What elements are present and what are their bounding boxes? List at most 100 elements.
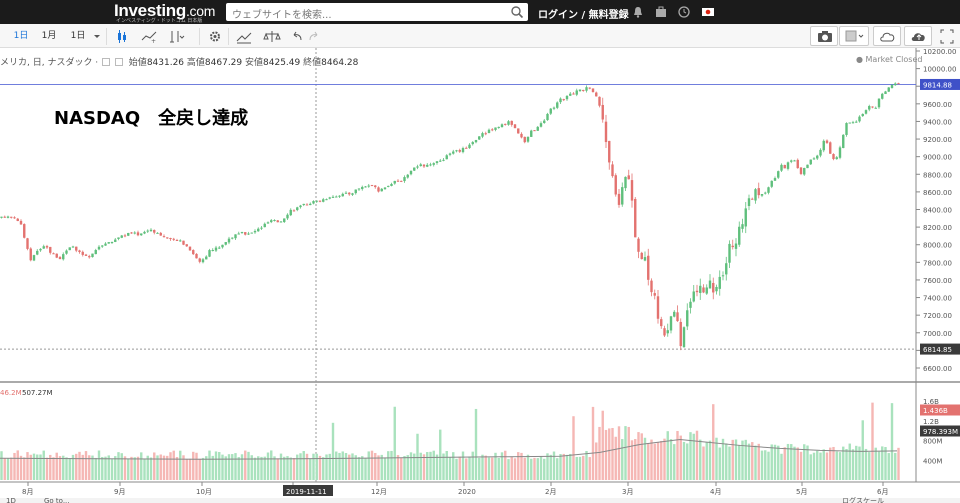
candle — [406, 174, 409, 178]
volume-bar — [647, 443, 650, 480]
volume-bar — [569, 453, 572, 480]
redo-icon[interactable] — [308, 28, 320, 45]
volume-bar — [777, 445, 780, 480]
candle — [201, 259, 205, 263]
search-icon[interactable] — [510, 5, 524, 19]
camera-button[interactable] — [810, 26, 838, 46]
layout-button[interactable] — [839, 26, 869, 46]
goto-button[interactable]: Go to... — [44, 497, 70, 503]
volume-bar — [104, 456, 107, 480]
candle — [104, 243, 107, 246]
search-input[interactable]: ウェブサイトを検索... — [226, 3, 528, 21]
volume-bar — [565, 454, 569, 480]
price-tick-label: 7800.00 — [923, 259, 952, 267]
volume-bar — [458, 456, 461, 480]
volume-legend-ma: 507.27M — [22, 389, 53, 397]
candle — [734, 243, 738, 249]
balance-icon[interactable] — [263, 28, 281, 45]
candle — [468, 144, 471, 149]
indicators-icon[interactable] — [167, 28, 185, 45]
interval-1d-button[interactable]: 1日 — [10, 28, 32, 45]
volume-bar — [175, 457, 179, 480]
volume-bar — [338, 452, 341, 480]
bell-icon[interactable] — [631, 5, 645, 19]
chevron-down-icon[interactable] — [92, 28, 102, 45]
volume-bar — [354, 455, 357, 480]
japan-flag-icon[interactable] — [701, 5, 715, 19]
volume-bar — [419, 452, 422, 480]
candle — [146, 230, 149, 232]
candle — [455, 150, 458, 152]
candle — [45, 246, 49, 248]
volume-bar — [546, 453, 549, 480]
candlestick-icon[interactable] — [114, 28, 130, 45]
candle — [861, 113, 864, 117]
candle — [767, 187, 770, 193]
candle — [780, 164, 783, 171]
candle — [448, 153, 452, 155]
volume-bar — [796, 447, 799, 480]
volume-bar — [770, 444, 773, 480]
candle — [198, 258, 201, 262]
candle — [120, 235, 123, 238]
candle — [487, 129, 491, 134]
volume-bar — [237, 457, 240, 480]
volume-bar — [289, 457, 292, 480]
candle — [159, 232, 162, 236]
candle — [32, 255, 36, 261]
candle — [822, 140, 825, 151]
volume-bar — [68, 458, 71, 480]
interval-1m-button[interactable]: 1月 — [38, 28, 60, 45]
volume-bar — [884, 447, 887, 480]
clock-icon[interactable] — [677, 5, 691, 19]
undo-icon[interactable] — [291, 28, 303, 45]
interval-select-button[interactable]: 1日 — [67, 28, 89, 45]
candle — [585, 87, 588, 91]
volume-bar — [874, 447, 877, 480]
volume-bar — [305, 453, 309, 480]
time-tick-label: 5月 — [796, 488, 807, 496]
login-link[interactable]: ログイン / 無料登録 — [538, 6, 629, 21]
candle — [500, 124, 504, 128]
candle — [591, 88, 595, 93]
candle — [309, 203, 312, 206]
drawing-tools-icon[interactable] — [235, 28, 253, 45]
cloud-icon — [880, 32, 895, 42]
volume-bar — [838, 452, 842, 480]
candle — [244, 232, 247, 235]
cloud-save-button[interactable] — [873, 26, 901, 46]
candle — [107, 242, 110, 244]
price-tick-label: 7000.00 — [923, 330, 952, 338]
volume-bar — [361, 456, 364, 480]
candle — [575, 90, 578, 95]
fullscreen-icon[interactable] — [940, 28, 954, 45]
candle — [630, 180, 634, 201]
candle — [260, 227, 263, 229]
volume-bar — [552, 451, 556, 480]
volume-bar — [416, 433, 419, 480]
candle — [445, 155, 448, 160]
candle — [315, 200, 318, 202]
candle — [52, 253, 55, 255]
crosshair-date-label: 2019-11-11 — [286, 488, 327, 496]
volume-bar — [23, 457, 26, 480]
candle — [595, 92, 598, 97]
candle — [400, 180, 403, 182]
volume-bar — [851, 449, 855, 480]
candle — [328, 197, 331, 199]
portfolio-icon[interactable] — [654, 5, 668, 19]
volume-bar — [809, 454, 812, 480]
volume-bar — [130, 456, 133, 480]
compare-icon[interactable]: + — [140, 28, 158, 45]
candle — [864, 110, 868, 114]
volume-bar — [513, 458, 517, 480]
log-scale-button[interactable]: ログスケール — [842, 496, 884, 503]
cloud-upload-button[interactable] — [904, 26, 932, 46]
volume-bar — [123, 456, 127, 480]
candle — [36, 250, 39, 255]
volume-bar — [266, 452, 270, 480]
gear-icon[interactable] — [207, 28, 223, 45]
volume-bar — [767, 451, 770, 480]
volume-bar — [539, 456, 543, 480]
range-1d-button[interactable]: 1D — [6, 497, 16, 503]
